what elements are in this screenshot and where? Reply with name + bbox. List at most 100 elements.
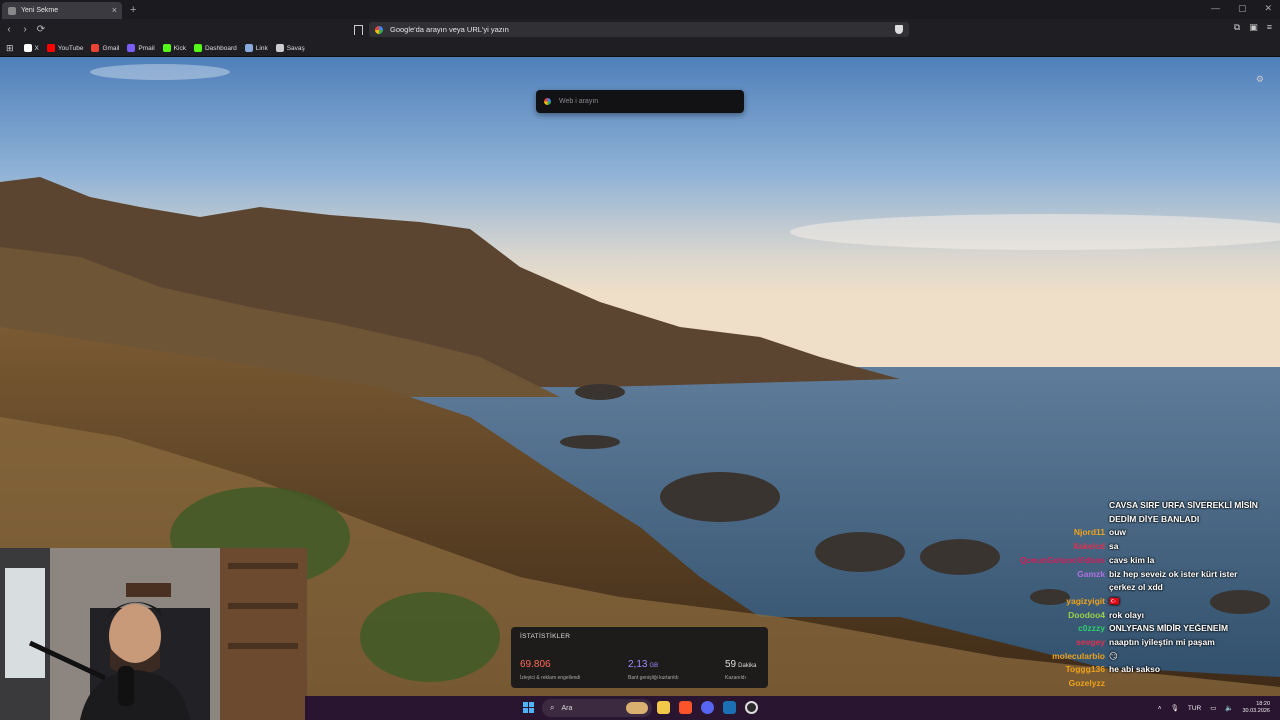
chat-text: biz hep seveiz ok ister kürt ister [1109, 568, 1238, 579]
bookmark-item[interactable]: Savaş [275, 44, 305, 52]
brave-shield-icon[interactable] [895, 25, 903, 34]
taskbar-search[interactable]: ⌕ Ara [542, 699, 652, 717]
bookmark-item[interactable]: X [23, 44, 39, 52]
chat-message: c0zzzy ONLYFANS MİDİR YEĞENEİM [960, 623, 1280, 637]
chat-username: Gozelyzz [1068, 678, 1105, 689]
clock-time: 18:20 [1256, 701, 1270, 707]
google-icon [375, 25, 383, 34]
bookmark-item[interactable]: Link [244, 44, 268, 52]
chat-username: Njord11 [1073, 527, 1105, 538]
chat-message: QonunGotunoVidans cavs kim la [960, 555, 1280, 569]
clock[interactable]: 18:20 30.03.2026 [1242, 701, 1270, 715]
newtab-search-box[interactable]: Web i arayın [536, 90, 744, 113]
link-icon [244, 44, 253, 52]
stat-bandwidth-saved: 2,13 GB Bant genişliği kurtarıldı [628, 654, 679, 681]
chat-message: Gozelyzz [960, 678, 1280, 692]
chat-text: çerkez ol xdd [1109, 582, 1163, 593]
extensions-icon[interactable]: ⧉ [1234, 22, 1240, 33]
stat-unit: Dakika [738, 663, 757, 669]
chat-message: Xakelcd sa [960, 541, 1280, 555]
minimize-icon[interactable]: — [1211, 3, 1220, 14]
bookmark-label: Kick [173, 44, 186, 52]
maximize-icon[interactable]: ▢ [1238, 3, 1247, 14]
steam-icon[interactable] [723, 701, 736, 714]
kick-icon [162, 44, 171, 52]
chevron-up-icon[interactable]: ˄ [1158, 705, 1162, 712]
settings-icon[interactable]: ⚙ [1256, 74, 1264, 85]
search-icon: ⌕ [550, 703, 555, 712]
volume-icon[interactable]: 🔈 [1225, 704, 1233, 712]
stat-trackers-blocked: 69.806 İzleyici & reklam engellendi [520, 654, 580, 681]
chat-username: Gamzk [1077, 568, 1105, 579]
chat-text: 😏 [1109, 650, 1118, 661]
address-placeholder: Google'da arayın veya URL'yi yazın [390, 25, 509, 34]
wallet-icon[interactable]: ▣ [1249, 22, 1258, 33]
chat-text: rok olayı [1109, 609, 1144, 620]
chat-username: c0zzzy [1078, 623, 1105, 634]
bookmark-item[interactable]: Pmail [127, 44, 155, 52]
chat-message: molecularbio 😏 [960, 651, 1280, 665]
forward-icon[interactable]: › [18, 24, 32, 35]
chat-username: Toggg136 [1065, 664, 1105, 675]
stat-desc: Kazanıldı [725, 675, 746, 681]
gmail-icon [91, 44, 100, 52]
chat-message: CAVSA SIRF URFA SİVEREKLİ MİSİN [960, 500, 1280, 514]
webcam-feed [0, 548, 307, 720]
chat-message: Gamzk biz hep seveiz ok ister kürt ister [960, 569, 1280, 583]
taskbar: ⌕ Ara ˄ 🎙 TUR ▭ 🔈 18:20 30.03.2026 [305, 696, 1280, 720]
taskbar-search-label: Ara [561, 704, 573, 712]
chat-username: Doodoo4 [1068, 609, 1105, 620]
chat-message: DEDİM DİYE BANLADI [960, 514, 1280, 528]
bookmark-item[interactable]: Gmail [91, 44, 119, 52]
discord-icon[interactable] [701, 701, 714, 714]
x-icon [23, 44, 32, 52]
back-icon[interactable]: ‹ [2, 24, 16, 35]
stream-chat-overlay: CAVSA SIRF URFA SİVEREKLİ MİSİN DEDİM DİY… [960, 500, 1280, 695]
bookmark-item[interactable]: YouTube [46, 44, 84, 52]
bookmark-label: Pmail [138, 44, 155, 52]
file-explorer-icon[interactable] [657, 701, 670, 714]
bookmark-label: YouTube [57, 44, 84, 52]
bookmark-icon[interactable] [354, 25, 363, 35]
stat-desc: İzleyici & reklam engellendi [520, 675, 581, 681]
apps-grid-icon[interactable]: ⊞ [6, 43, 14, 54]
bookmark-item[interactable]: Dashboard [193, 44, 237, 52]
newtab-search-placeholder: Web i arayın [559, 98, 599, 105]
chat-text: he abi sakso [1109, 664, 1161, 675]
brave-tab-icon [8, 6, 16, 15]
bookmark-item[interactable]: Kick [162, 44, 186, 52]
close-window-icon[interactable]: ✕ [1264, 3, 1272, 14]
tab-new[interactable]: Yeni Sekme × [2, 2, 122, 19]
chat-message: yagizyigit 🇹🇷 [960, 596, 1280, 610]
brave-browser-icon[interactable] [679, 701, 692, 714]
reload-icon[interactable]: ⟳ [34, 24, 48, 35]
language-indicator[interactable]: TUR [1188, 705, 1201, 712]
stat-unit: GB [649, 663, 659, 669]
new-tab-icon[interactable]: + [130, 4, 136, 16]
address-bar[interactable]: Google'da arayın veya URL'yi yazın [369, 22, 909, 37]
close-tab-icon[interactable]: × [112, 5, 117, 15]
stat-value: 69.806 [520, 659, 551, 670]
obs-icon[interactable] [745, 701, 758, 714]
chat-username: sevgey [1076, 637, 1105, 647]
bookmark-label: Savaş [286, 44, 305, 52]
chat-text: ONLYFANS MİDİR YEĞENEİM [1109, 623, 1229, 634]
youtube-icon [46, 44, 55, 52]
stats-title: İSTATİSTİKLER [520, 633, 571, 640]
bookmark-label: Dashboard [204, 44, 237, 52]
chat-username: Xakelcd [1072, 541, 1105, 552]
chat-text: CAVSA SIRF URFA SİVEREKLİ MİSİN [1109, 500, 1258, 510]
bookmarks-bar: ⊞ X YouTube Gmail Pmail Kick Dashboard Link Sav… [0, 40, 1280, 57]
menu-icon[interactable]: ≡ [1267, 22, 1272, 33]
chat-message: çerkez ol xdd [960, 582, 1280, 596]
windows-start-icon[interactable] [523, 702, 534, 713]
bookmark-label: X [34, 44, 39, 52]
bookmark-label: Link [255, 44, 268, 52]
chat-message: Doodoo4 rok olayı [960, 610, 1280, 624]
chat-text: cavs kim la [1109, 554, 1155, 565]
stat-time-saved: 59 Dakika Kazanıldı [725, 654, 756, 681]
chat-username: molecularbio [1052, 650, 1105, 661]
tab-title: Yeni Sekme [21, 7, 59, 14]
network-icon[interactable]: ▭ [1210, 704, 1216, 712]
microphone-icon[interactable]: 🎙 [1171, 704, 1179, 712]
